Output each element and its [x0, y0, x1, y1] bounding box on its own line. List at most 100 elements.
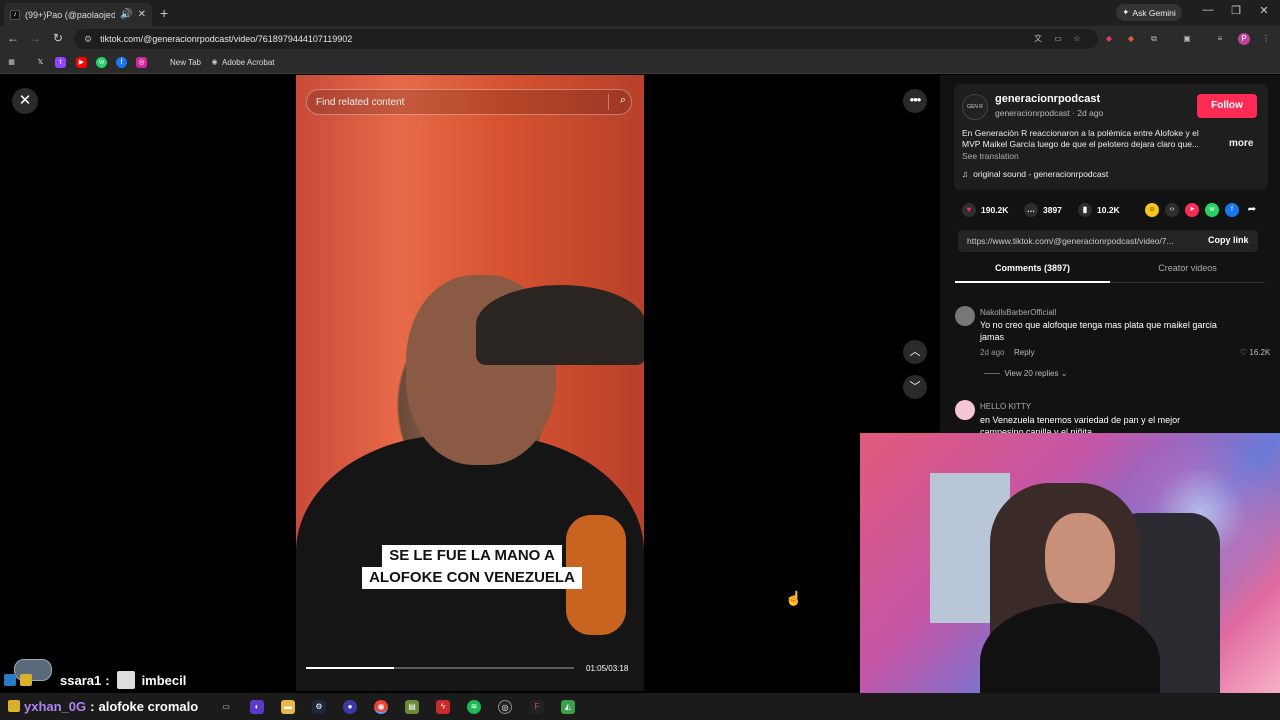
comment-time: 2d ago — [980, 348, 1005, 357]
follow-button[interactable]: Follow — [1197, 94, 1257, 118]
tiktok-favicon-icon: ♪ — [10, 9, 20, 20]
next-video-button[interactable]: ﹀ — [903, 375, 927, 399]
f-app-icon[interactable]: F — [530, 700, 544, 714]
facebook-bookmark-icon[interactable]: f — [116, 57, 127, 68]
chat-separator: : — [105, 672, 110, 688]
translate-icon[interactable]: 文 — [1032, 33, 1044, 45]
minimize-button[interactable]: — — [1198, 4, 1218, 16]
copilot-icon[interactable]: ◐ — [250, 700, 264, 714]
media-icon[interactable]: ≡ — [1214, 33, 1226, 45]
previous-video-button[interactable]: ︿ — [903, 340, 927, 364]
close-video-button[interactable]: ✕ — [12, 88, 38, 114]
sidepanel-icon[interactable]: ▣ — [1181, 33, 1193, 45]
obs-icon[interactable]: ◎ — [498, 700, 512, 714]
facebook-share-icon[interactable]: f — [1225, 203, 1239, 217]
video-progress-fill — [306, 667, 395, 669]
comment-reply-button[interactable]: Reply — [1014, 348, 1034, 357]
chat-message: ssara1 : imbecil — [0, 668, 186, 692]
channel-subtitle: generacionrpodcast · 2d ago — [995, 108, 1104, 118]
tab-title: (99+)Pao (@paolaojedda) | — [25, 9, 116, 20]
comment-like-button[interactable]: ♡ 16.2K — [1240, 348, 1270, 357]
comment-username[interactable]: HELLO KITTY — [980, 402, 1031, 411]
channel-name[interactable]: generacionrpodcast — [995, 93, 1100, 105]
save-button[interactable]: ▮ 10.2K — [1078, 203, 1120, 217]
bookmark-icon: ▮ — [1078, 203, 1092, 217]
forward-button[interactable]: → — [27, 31, 43, 45]
extension-red-icon[interactable]: ◆ — [1103, 33, 1115, 45]
copy-link-button[interactable]: Copy link — [1208, 235, 1249, 245]
profile-avatar[interactable]: P — [1238, 33, 1250, 45]
install-icon[interactable]: ▭ — [1052, 33, 1064, 45]
whatsapp-share-icon[interactable]: w — [1205, 203, 1219, 217]
view-replies-button[interactable]: View 20 replies ⌄ — [984, 369, 1068, 378]
channel-avatar[interactable]: GEN R — [962, 94, 988, 120]
tab-creator-videos[interactable]: Creator videos — [1110, 263, 1265, 283]
comment-avatar[interactable] — [955, 306, 975, 326]
apps-grid-icon[interactable]: ▦ — [6, 57, 17, 68]
share-arrow-icon[interactable]: ➦ — [1245, 203, 1259, 217]
chat-message: yxhan_0G : alofoke cromalo — [0, 695, 198, 717]
see-translation-link[interactable]: See translation — [962, 151, 1019, 161]
task-view-icon[interactable]: ▭ — [219, 700, 233, 714]
extension-orange-icon[interactable]: ◆ — [1125, 33, 1137, 45]
comment-count: 3897 — [1043, 205, 1062, 215]
maximize-button[interactable]: ❐ — [1226, 4, 1246, 17]
sound-label: original sound - generacionrpodcast — [973, 169, 1109, 179]
video-cap-shape — [476, 285, 644, 365]
back-button[interactable]: ← — [5, 31, 21, 45]
chat-badge-icon — [8, 700, 20, 712]
chrome-taskbar-icon[interactable]: ◉ — [374, 700, 388, 714]
search-icon[interactable]: ⌕ — [608, 94, 626, 110]
new-tab-bookmark[interactable]: New Tab — [170, 58, 201, 67]
caption-line-1: SE LE FUE LA MANO A — [382, 545, 562, 567]
green-app-icon[interactable]: ◭ — [561, 700, 575, 714]
twitch-bookmark-icon[interactable]: t — [55, 57, 66, 68]
window-close-button[interactable]: ✕ — [1254, 4, 1274, 17]
comment-text: en Venezuela tenemos variedad de pan y e… — [980, 415, 1181, 425]
reload-button[interactable]: ↻ — [50, 31, 66, 45]
video-timecode: 01:05/03:18 — [586, 664, 629, 673]
adobe-bookmark[interactable]: Adobe Acrobat — [222, 58, 274, 67]
music-note-icon: ♫ — [962, 169, 969, 179]
more-description-button[interactable]: more — [1229, 138, 1253, 149]
bolt-taskbar-icon[interactable]: ϟ — [436, 700, 450, 714]
send-icon[interactable]: ➤ — [1185, 203, 1199, 217]
tab-close-icon[interactable]: ✕ — [138, 9, 146, 20]
browser-tab[interactable]: ♪ (99+)Pao (@paolaojedda) | 🔊 ✕ — [4, 3, 152, 26]
save-count: 10.2K — [1097, 205, 1120, 215]
comment-avatar[interactable] — [955, 400, 975, 420]
ask-gemini-button[interactable]: ✦ Ask Gemini — [1116, 4, 1182, 21]
discord-icon[interactable]: ● — [343, 700, 357, 714]
steam-icon[interactable]: ⚙ — [312, 700, 326, 714]
app-taskbar-icon[interactable]: ▤ — [405, 700, 419, 714]
like-button[interactable]: ♥ 190.2K — [962, 203, 1008, 217]
tab-comments[interactable]: Comments (3897) — [955, 263, 1110, 283]
chat-badge-icon — [20, 674, 32, 686]
audio-icon[interactable]: 🔊 — [120, 9, 132, 20]
url-bar[interactable]: ⚙ tiktok.com/@generacionrpodcast/video/7… — [74, 29, 1098, 49]
site-info-icon[interactable]: ⚙ — [84, 34, 92, 45]
new-tab-button[interactable]: + — [160, 5, 168, 21]
more-options-icon[interactable]: ••• — [903, 89, 927, 113]
share-friends-icon[interactable]: ☺ — [1145, 203, 1159, 217]
comment-username[interactable]: NakollsBarberOfficiall — [980, 308, 1056, 317]
file-explorer-icon[interactable]: ▬ — [281, 700, 295, 714]
comment-button[interactable]: … 3897 — [1024, 203, 1062, 217]
webcam-face — [1045, 513, 1115, 603]
chat-username: ssara1 — [60, 672, 102, 688]
browser-menu-icon[interactable]: ⋮ — [1260, 33, 1272, 45]
streamer-webcam — [860, 433, 1280, 720]
instagram-bookmark-icon[interactable]: ◎ — [136, 57, 147, 68]
youtube-bookmark-icon[interactable]: ▶ — [76, 57, 87, 68]
spotify-icon[interactable]: ≋ — [467, 700, 481, 714]
video-player[interactable] — [296, 75, 644, 691]
x-bookmark-icon[interactable]: 𝕏 — [35, 57, 46, 68]
whatsapp-bookmark-icon[interactable]: w — [96, 57, 107, 68]
extensions-puzzle-icon[interactable]: ⧉ — [1148, 33, 1160, 45]
related-search-input[interactable]: Find related content — [306, 89, 632, 115]
sound-link[interactable]: ♫ original sound - generacionrpodcast — [962, 169, 1108, 179]
embed-icon[interactable]: ‹› — [1165, 203, 1179, 217]
adobe-icon: ◉ — [211, 59, 218, 66]
video-progress-bar[interactable] — [306, 667, 574, 669]
bookmark-star-icon[interactable]: ☆ — [1071, 33, 1083, 45]
